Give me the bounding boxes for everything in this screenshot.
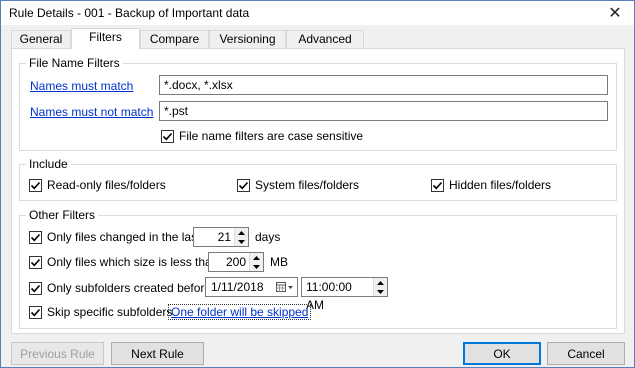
include-title: Include [26, 157, 71, 171]
changed-label: Only files changed in the last [47, 230, 201, 244]
file-name-filters-title: File Name Filters [26, 56, 123, 70]
checkbox-checked-icon [29, 255, 42, 269]
checkbox-checked-icon [29, 281, 42, 295]
size-stepper[interactable]: 200 [208, 252, 264, 272]
include-group: Include Read-only files/folders System f… [19, 157, 617, 201]
other-filters-group: Other Filters Only files changed in the … [19, 208, 617, 329]
skipped-folders-link[interactable]: One folder will be skipped [168, 304, 312, 320]
hidden-label: Hidden files/folders [449, 178, 552, 192]
spin-up-icon[interactable] [250, 253, 263, 262]
tab-filters[interactable]: Filters [71, 28, 140, 49]
spin-down-icon[interactable] [374, 287, 387, 296]
spin-up-icon[interactable] [374, 278, 387, 287]
ok-button[interactable]: OK [463, 342, 541, 365]
time-stepper[interactable]: 11:00:00 AM [301, 277, 388, 312]
subfolders-checkbox[interactable]: Only subfolders created before [29, 281, 211, 295]
system-checkbox[interactable]: System files/folders [237, 178, 359, 192]
filters-panel: File Name Filters Names must match Names… [11, 48, 625, 334]
case-sensitive-checkbox[interactable]: File name filters are case sensitive [161, 129, 363, 143]
names-must-match-link[interactable]: Names must match [30, 79, 133, 93]
close-icon: ✕ [608, 4, 622, 22]
rule-details-dialog: Rule Details - 001 - Backup of Important… [0, 0, 635, 368]
window-title: Rule Details - 001 - Backup of Important… [9, 6, 250, 20]
readonly-checkbox[interactable]: Read-only files/folders [29, 178, 166, 192]
skip-subfolders-label: Skip specific subfolders [47, 305, 173, 319]
file-name-filters-group: File Name Filters Names must match Names… [19, 56, 617, 151]
next-rule-button[interactable]: Next Rule [111, 342, 204, 365]
size-label: Only files which size is less than [47, 255, 219, 269]
checkbox-checked-icon [29, 230, 42, 244]
size-checkbox[interactable]: Only files which size is less than [29, 255, 218, 269]
changed-checkbox[interactable]: Only files changed in the last [29, 230, 200, 244]
names-must-match-input[interactable] [159, 75, 608, 95]
checkbox-checked-icon [431, 178, 444, 192]
size-value: 200 [225, 255, 246, 269]
readonly-label: Read-only files/folders [47, 178, 166, 192]
title-bar: Rule Details - 001 - Backup of Important… [1, 1, 634, 25]
close-button[interactable]: ✕ [602, 2, 628, 23]
skip-subfolders-checkbox[interactable]: Skip specific subfolders [29, 305, 172, 319]
spin-down-icon[interactable] [235, 237, 248, 246]
spin-up-icon[interactable] [235, 228, 248, 237]
changed-days-value: 21 [217, 230, 231, 244]
names-must-not-match-link[interactable]: Names must not match [30, 105, 153, 119]
tab-advanced[interactable]: Advanced [286, 30, 364, 48]
system-label: System files/folders [255, 178, 360, 192]
spin-down-icon[interactable] [250, 262, 263, 271]
tab-general[interactable]: General [11, 30, 71, 48]
tab-compare[interactable]: Compare [140, 30, 209, 48]
checkbox-checked-icon [237, 178, 250, 192]
names-must-not-match-input[interactable] [159, 101, 608, 121]
subfolders-label: Only subfolders created before [47, 281, 212, 295]
date-value: 1/11/2018 [211, 280, 264, 294]
checkbox-checked-icon [29, 178, 42, 192]
other-filters-title: Other Filters [26, 208, 99, 222]
previous-rule-button[interactable]: Previous Rule [11, 342, 104, 365]
checkbox-checked-icon [29, 305, 42, 319]
checkbox-checked-icon [161, 129, 174, 143]
date-picker[interactable]: 1/11/2018 [205, 277, 298, 297]
calendar-dropdown-icon[interactable] [273, 282, 297, 292]
hidden-checkbox[interactable]: Hidden files/folders [431, 178, 551, 192]
tab-versioning[interactable]: Versioning [209, 30, 286, 48]
changed-days-stepper[interactable]: 21 [193, 227, 249, 247]
time-value: 11:00:00 AM [306, 280, 352, 312]
case-sensitive-label: File name filters are case sensitive [179, 129, 364, 143]
changed-unit: days [255, 230, 281, 244]
size-unit: MB [270, 255, 288, 269]
cancel-button[interactable]: Cancel [547, 342, 625, 365]
